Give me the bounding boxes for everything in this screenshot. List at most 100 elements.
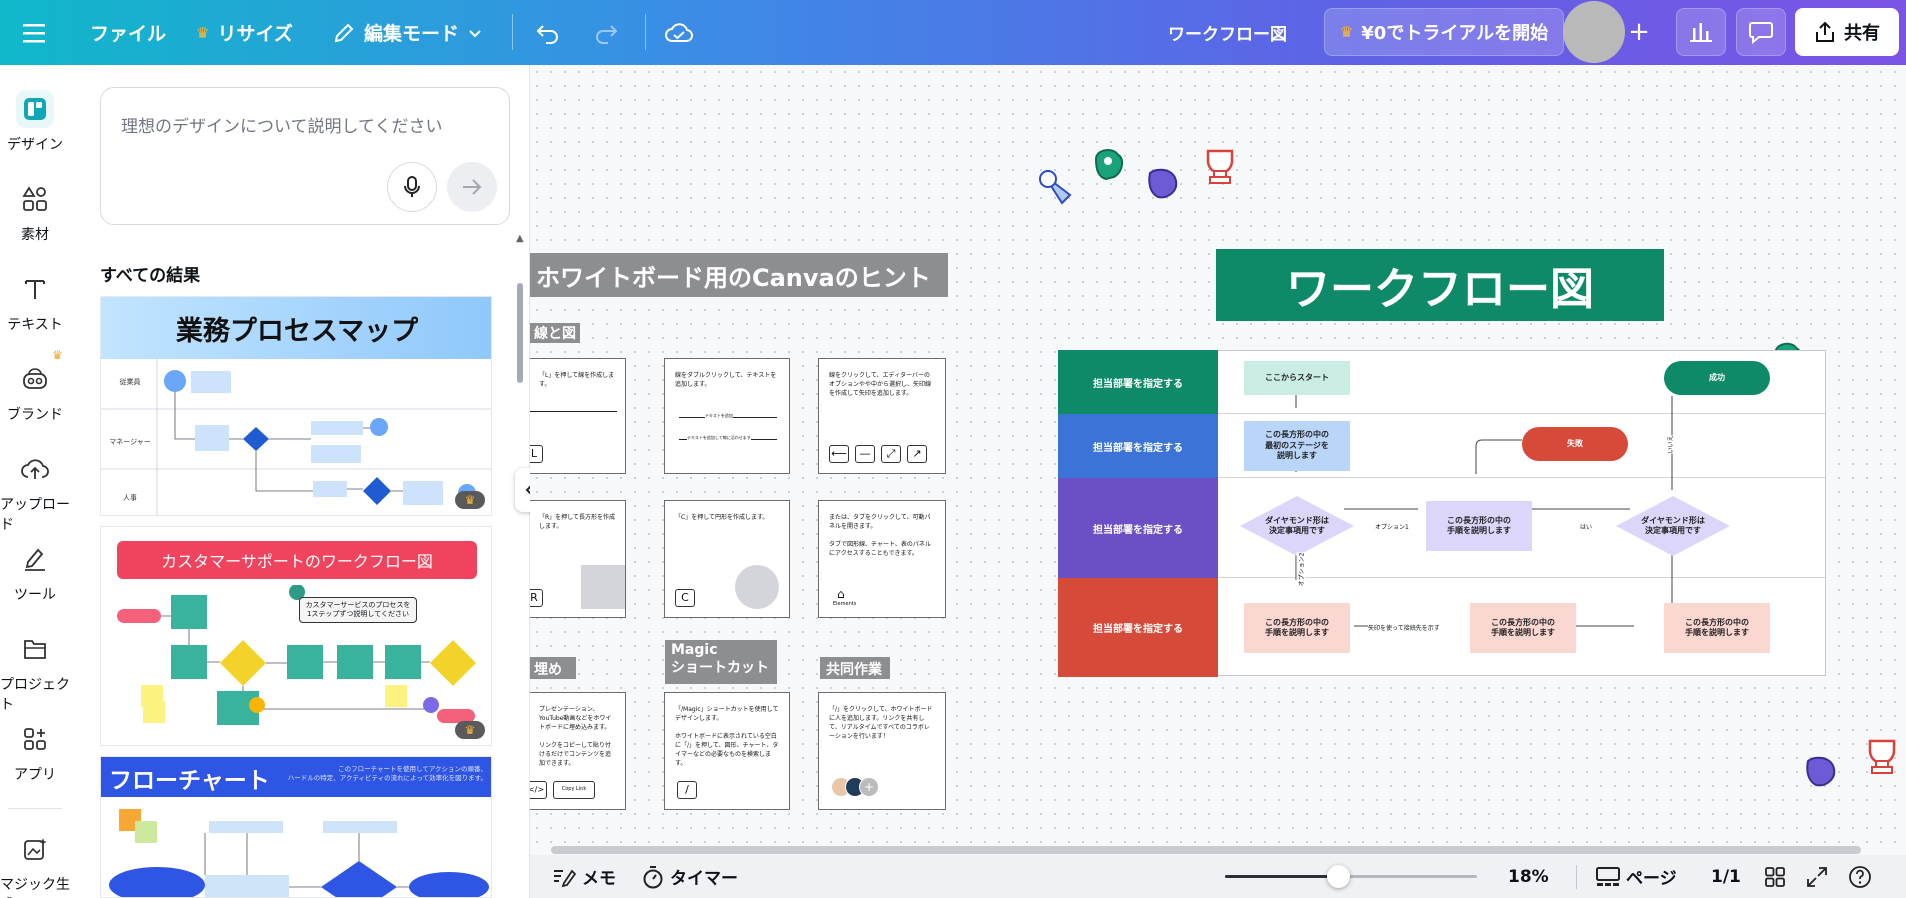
rail-item-upload[interactable]: アップロード bbox=[0, 450, 70, 534]
lane-label[interactable]: 担当部署を指定する bbox=[1058, 414, 1218, 478]
rail-item-tools[interactable]: ツール bbox=[0, 540, 70, 604]
page-count[interactable]: 1/1 bbox=[1711, 855, 1741, 898]
lane-label[interactable]: 担当部署を指定する bbox=[1058, 478, 1218, 578]
rail-item-design[interactable]: デザイン bbox=[0, 90, 70, 154]
template-card-flowchart[interactable]: フローチャート このフローチャートを使用してアクションの順番、 ハードルの特定、… bbox=[100, 756, 492, 898]
file-menu[interactable]: ファイル bbox=[90, 0, 166, 65]
hint-card[interactable]: 「L」を押して線を作成します。 L bbox=[530, 358, 626, 474]
start-node[interactable]: ここからスタート bbox=[1244, 361, 1350, 395]
lane-label[interactable]: 担当部署を指定する bbox=[1058, 578, 1218, 677]
rail-item-brand[interactable]: ブランド bbox=[0, 360, 70, 424]
cloud-saved-icon[interactable] bbox=[665, 0, 693, 65]
add-collaborator-icon[interactable]: + bbox=[1618, 8, 1660, 56]
fail-node[interactable]: 失敗 bbox=[1522, 427, 1628, 461]
hint-card[interactable]: 「C」を押して円形を作成します。 C bbox=[664, 500, 790, 618]
rail-item-elements[interactable]: 素材 bbox=[0, 180, 70, 244]
glove-sticker-icon bbox=[1094, 149, 1124, 181]
decision-node[interactable]: ダイヤモンド形は 決定事項用です bbox=[1240, 496, 1354, 556]
connector-label: はい bbox=[1580, 522, 1593, 531]
template-card-customer-support[interactable]: カスタマーサポートのワークフロー図 カスタマーサービスのプロセスを 1ステップず… bbox=[100, 526, 492, 746]
edit-mode-dropdown[interactable]: 編集モード bbox=[332, 0, 483, 65]
elements-label: Elements bbox=[833, 601, 857, 607]
hint-card[interactable]: 線をクリックして、エディターバーのオプションやや中から選択し、矢印線を作成して矢… bbox=[818, 358, 946, 474]
crown-icon: ♛ bbox=[196, 23, 210, 42]
pencil-icon bbox=[334, 23, 354, 42]
submit-arrow-icon[interactable] bbox=[447, 162, 497, 212]
rail-item-projects[interactable]: プロジェクト bbox=[0, 630, 70, 714]
panel-scroll-thumb[interactable] bbox=[517, 283, 523, 383]
notes-icon bbox=[554, 869, 576, 887]
text-icon bbox=[16, 270, 54, 308]
template-title: カスタマーサポートのワークフロー図 bbox=[117, 541, 477, 579]
analytics-icon[interactable] bbox=[1676, 8, 1726, 56]
circle-sample bbox=[735, 565, 779, 609]
hint-card[interactable]: 線をダブルクリックして、テキストを追加します。 テキストを追加 テキストを追加し… bbox=[664, 358, 790, 474]
hint-card[interactable]: プレゼンテーション、YouTube動画などをホワイトボードに埋め込みます。 リン… bbox=[530, 692, 626, 810]
hints-section-label: 埋め込む bbox=[530, 657, 576, 679]
process-node[interactable]: この長方形の中の 手順を説明します bbox=[1470, 603, 1576, 653]
decision-node[interactable]: ダイヤモンド形は 決定事項用です bbox=[1616, 496, 1730, 556]
whiteboard-canvas[interactable]: ホワイトボード用のCanvaのヒント 線と図形 Magic ショートカット 共同… bbox=[530, 65, 1906, 855]
design-prompt-input[interactable]: 理想のデザインについて説明してください bbox=[100, 87, 510, 225]
horizontal-scrollbar[interactable] bbox=[551, 846, 1861, 854]
line-sample bbox=[530, 411, 617, 412]
hamburger-icon[interactable] bbox=[22, 0, 48, 65]
fullscreen-icon[interactable] bbox=[1806, 855, 1828, 898]
line-style-icon: ↗ bbox=[907, 445, 927, 463]
crown-icon: ♛ bbox=[52, 348, 63, 362]
rail-item-magic-generate[interactable]: マジック生成 bbox=[0, 830, 70, 898]
hints-section-label: 共同作業 bbox=[820, 657, 890, 679]
hint-text: 「C」を押して円形を作成します。 bbox=[675, 514, 769, 521]
redo-icon[interactable] bbox=[593, 0, 619, 65]
projects-icon bbox=[16, 630, 54, 668]
start-trial-button[interactable]: ♛ ¥0でトライアルを開始 bbox=[1324, 8, 1564, 56]
hint-card[interactable]: 「R」を押して長方形を作成します。 R bbox=[530, 500, 626, 618]
zoom-slider-handle[interactable] bbox=[1327, 865, 1351, 888]
line-label: テキストを追加 bbox=[705, 413, 733, 419]
pages-button[interactable]: ページ bbox=[1596, 855, 1677, 898]
timer-button[interactable]: タイマー bbox=[642, 855, 738, 898]
left-rail: デザイン 素材 テキスト ブランド ♛ アップロード ツール プロジェクト アプ… bbox=[0, 65, 70, 898]
process-node[interactable]: この長方形の中の 手順を説明します bbox=[1244, 603, 1350, 653]
grid-view-icon[interactable] bbox=[1764, 855, 1786, 898]
document-title[interactable]: ワークフロー図 bbox=[1168, 0, 1287, 65]
avatar[interactable] bbox=[1563, 1, 1625, 63]
success-node[interactable]: 成功 bbox=[1664, 361, 1770, 395]
undo-icon[interactable] bbox=[535, 0, 561, 65]
hint-text: 線をダブルクリックして、テキストを追加します。 bbox=[675, 372, 777, 388]
scroll-up-arrow-icon[interactable]: ▲ bbox=[516, 233, 524, 244]
line-style-icon: ⟵ bbox=[829, 445, 849, 463]
premium-crown-badge: ♛ bbox=[455, 491, 485, 509]
lane-label[interactable]: 担当部署を指定する bbox=[1058, 350, 1218, 414]
hint-card[interactable]: 「/」をクリックして、ホワイトボードに人を追加します。リンクを共有して、リアルタ… bbox=[818, 692, 946, 810]
resize-button[interactable]: ♛ リサイズ bbox=[196, 0, 293, 65]
template-card-business-process[interactable]: 業務プロセスマップ 従業員 マネージャー 人事 ♛ bbox=[100, 296, 492, 516]
share-icon bbox=[1816, 21, 1834, 42]
hints-title[interactable]: ホワイトボード用のCanvaのヒント bbox=[530, 253, 948, 297]
rail-item-apps[interactable]: アプリ bbox=[0, 720, 70, 784]
share-button[interactable]: 共有 bbox=[1795, 8, 1899, 56]
line-label: テキストを追加して線に沿わせます bbox=[687, 435, 751, 441]
process-node[interactable]: この長方形の中の 手順を説明します bbox=[1426, 501, 1532, 551]
hint-text: 「L」を押して線を作成します。 bbox=[539, 372, 615, 388]
zoom-percentage[interactable]: 18% bbox=[1508, 855, 1549, 898]
design-icon bbox=[16, 90, 54, 128]
notes-button[interactable]: メモ bbox=[552, 855, 616, 898]
help-icon[interactable] bbox=[1848, 855, 1872, 898]
comment-icon[interactable] bbox=[1736, 8, 1786, 56]
hint-text: プレゼンテーション、YouTube動画などをホワイトボードに埋め込みます。 リン… bbox=[539, 706, 612, 767]
process-node[interactable]: この長方形の中の 手順を説明します bbox=[1664, 603, 1770, 653]
add-avatar-icon: + bbox=[859, 777, 879, 797]
line-style-icon: — bbox=[855, 445, 875, 463]
workflow-title[interactable]: ワークフロー図 bbox=[1216, 249, 1664, 321]
hint-card[interactable]: 「/Magic」ショートカットを使用してデザインします。 ホワイトボードに表示さ… bbox=[664, 692, 790, 810]
rectangle-sample bbox=[581, 565, 625, 609]
decision-label: ダイヤモンド形は 決定事項用です bbox=[1641, 515, 1705, 535]
zoom-slider[interactable] bbox=[1225, 865, 1477, 888]
hint-card[interactable]: または、タブをクリックして、可動パネルを開きます。 タブで図形線、チャート、表の… bbox=[818, 500, 946, 618]
rail-item-text[interactable]: テキスト bbox=[0, 270, 70, 334]
connector-label: いいえ bbox=[1665, 435, 1675, 454]
microphone-icon[interactable] bbox=[387, 162, 437, 212]
process-node[interactable]: この長方形の中の 最初のステージを 説明します bbox=[1244, 421, 1350, 471]
keycap: / bbox=[677, 781, 697, 799]
